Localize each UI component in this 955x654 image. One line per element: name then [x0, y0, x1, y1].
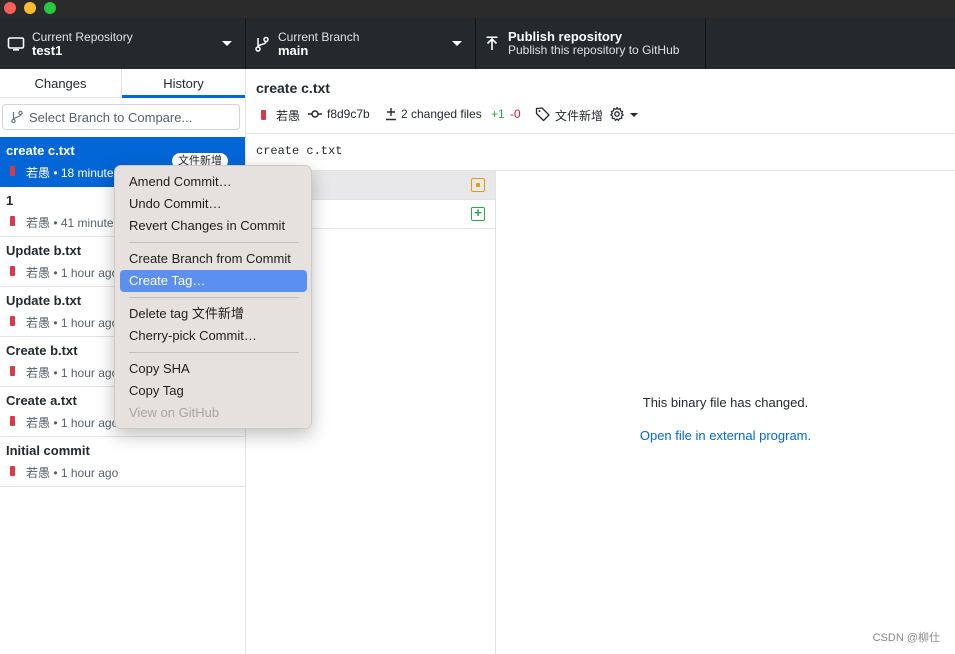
branch-name: main [278, 43, 309, 58]
current-repository-button[interactable]: Current Repository test1 [0, 18, 246, 69]
changed-files-count: 2 changed files [401, 107, 482, 121]
modified-status-icon [471, 178, 485, 192]
deletions-count: -0 [510, 107, 521, 121]
menu-separator [129, 352, 299, 353]
chevron-down-icon [452, 41, 462, 46]
branch-compare-input[interactable] [29, 108, 229, 126]
commit-meta-row: 若愚 f8d9c7b 2 changed files +1 -0 文件新增 [256, 106, 946, 124]
close-window-button[interactable] [4, 2, 16, 14]
avatar [10, 316, 15, 326]
repository-caption: Current Repository [32, 30, 133, 44]
chevron-down-icon[interactable] [630, 113, 638, 117]
window-titlebar [0, 0, 955, 18]
avatar [261, 110, 266, 120]
commit-title: Initial commit [6, 443, 90, 458]
divider [246, 133, 955, 134]
toolbar: Current Repository test1 Current Branch … [0, 18, 955, 69]
diff-pane: This binary file has changed. Open file … [496, 171, 955, 654]
menu-item-copy-tag[interactable]: Copy Tag [120, 380, 307, 402]
menu-item-create-tag[interactable]: Create Tag… [120, 270, 307, 292]
commit-meta: 若愚 • 1 hour ago [26, 316, 119, 330]
avatar [10, 366, 15, 376]
commit-title: 1 [6, 193, 14, 208]
branch-compare-icon [11, 110, 23, 124]
menu-item-undo-commit[interactable]: Undo Commit… [120, 193, 307, 215]
tab-changes[interactable]: Changes [0, 69, 122, 98]
commit-meta: 若愚 • 1 hour ago [26, 366, 119, 380]
menu-item-cherry-pick[interactable]: Cherry-pick Commit… [120, 325, 307, 347]
publish-subtitle: Publish this repository to GitHub [508, 43, 680, 57]
menu-item-delete-tag[interactable]: Delete tag 文件新增 [120, 303, 307, 325]
monitor-icon [7, 37, 25, 51]
commit-list-item[interactable]: Initial commit 若愚 • 1 hour ago [0, 437, 245, 487]
commit-summary-title: create c.txt [256, 80, 330, 96]
commit-meta: 若愚 • 1 hour ago [26, 416, 119, 430]
tab-history[interactable]: History [122, 69, 245, 98]
app-window: Current Repository test1 Current Branch … [0, 0, 955, 654]
added-status-icon: + [471, 206, 485, 221]
minimize-window-button[interactable] [24, 2, 36, 14]
menu-item-view-on-github: View on GitHub [129, 405, 220, 420]
avatar [10, 466, 15, 476]
repository-name: test1 [32, 43, 63, 58]
open-external-link[interactable]: Open file in external program. [496, 428, 955, 443]
branch-caption: Current Branch [278, 30, 360, 44]
commit-meta: 若愚 • 1 hour ago [26, 466, 119, 480]
avatar [10, 216, 15, 226]
additions-count: +1 [491, 107, 505, 121]
menu-separator [129, 297, 299, 298]
sidebar-tabs: Changes History [0, 69, 245, 98]
avatar [10, 266, 15, 276]
commit-title: create c.txt [6, 143, 75, 158]
avatar [10, 166, 15, 176]
upload-arrow-icon [486, 36, 498, 50]
commit-meta: 若愚 • 18 minutes [26, 166, 120, 180]
watermark-text: CSDN @柳仕 [872, 632, 940, 644]
publish-repository-button[interactable]: Publish repository Publish this reposito… [476, 18, 706, 69]
commit-title: Update b.txt [6, 243, 82, 258]
menu-item-copy-sha[interactable]: Copy SHA [120, 358, 307, 380]
plus-minus-icon [386, 108, 396, 121]
zoom-window-button[interactable] [44, 2, 56, 14]
tag-icon [535, 107, 550, 122]
commit-meta: 若愚 • 41 minutes [26, 216, 120, 230]
menu-separator [129, 242, 299, 243]
gear-icon[interactable] [609, 106, 625, 122]
publish-title: Publish repository [508, 29, 623, 44]
commit-title: Create b.txt [6, 343, 78, 358]
commit-sha[interactable]: f8d9c7b [327, 107, 370, 121]
menu-item-amend-commit[interactable]: Amend Commit… [120, 171, 307, 193]
current-branch-button[interactable]: Current Branch main [246, 18, 476, 69]
commit-message-body: create c.txt [256, 144, 343, 158]
menu-item-revert-changes[interactable]: Revert Changes in Commit [120, 215, 307, 237]
branch-icon [255, 36, 269, 52]
commit-context-menu: Amend Commit… Undo Commit… Revert Change… [114, 165, 312, 429]
chevron-down-icon [222, 41, 232, 46]
commit-title: Update b.txt [6, 293, 82, 308]
commit-detail: create c.txt 若愚 f8d9c7b 2 changed files … [246, 69, 955, 654]
commit-author: 若愚 [276, 109, 301, 123]
branch-compare-field[interactable] [2, 104, 240, 130]
avatar [10, 416, 15, 426]
commit-icon [308, 110, 322, 118]
commit-title: Create a.txt [6, 393, 77, 408]
menu-item-create-branch[interactable]: Create Branch from Commit [120, 248, 307, 270]
binary-file-message: This binary file has changed. [642, 395, 809, 410]
commit-tag: 文件新增 [555, 109, 604, 123]
commit-meta: 若愚 • 1 hour ago [26, 266, 119, 280]
